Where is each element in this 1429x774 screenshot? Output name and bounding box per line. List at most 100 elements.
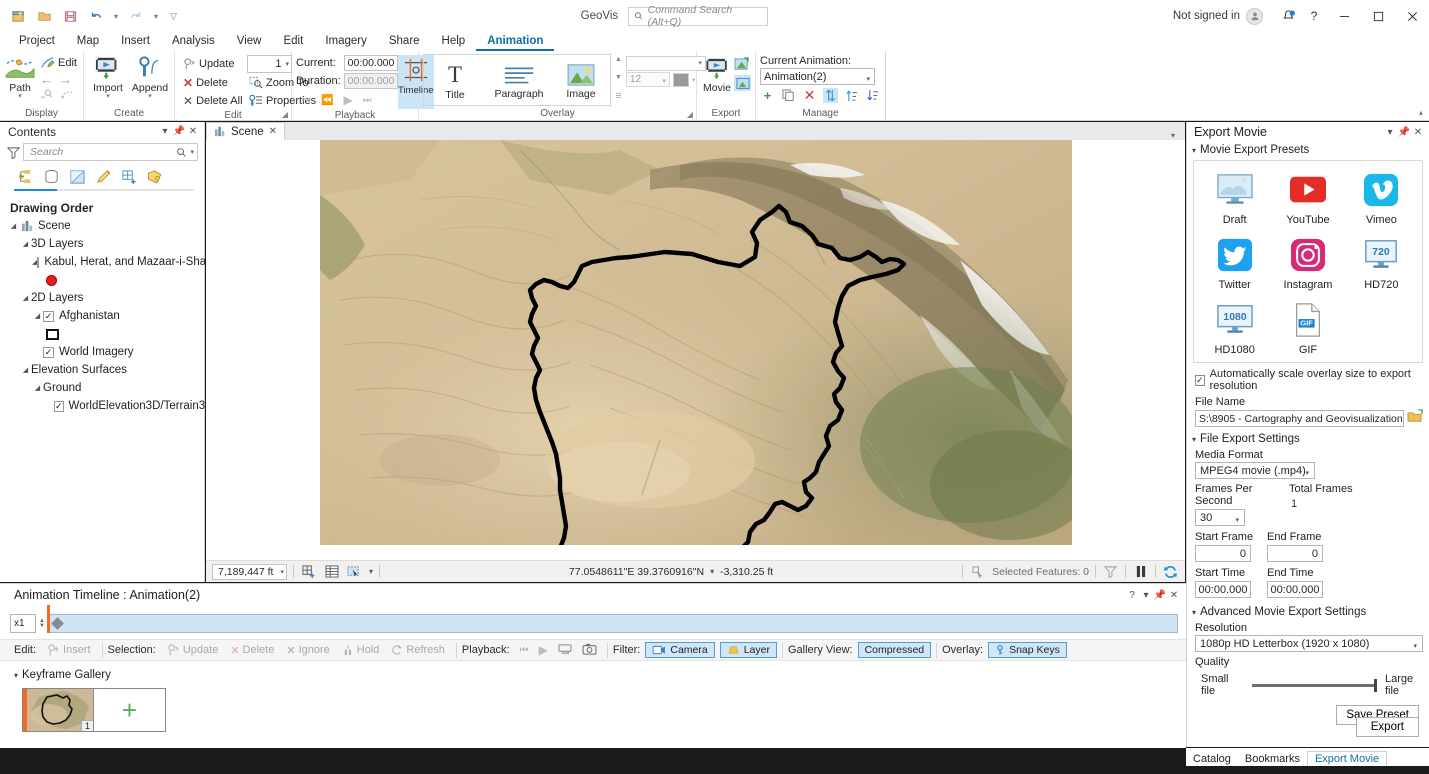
bottom-tab-export-movie[interactable]: Export Movie [1306, 751, 1388, 766]
timeline-ignore-button[interactable]: ✕ Ignore [280, 644, 335, 657]
font-color-dropdown-icon[interactable]: ▾ [692, 76, 696, 84]
overlay-group-dialog-launcher[interactable]: ◢ [687, 110, 693, 119]
end-time-input[interactable]: 00:00.000 [1267, 581, 1323, 598]
scene-view-tab[interactable]: Scene ✕ [206, 122, 285, 140]
ribbon-tab-imagery[interactable]: Imagery [314, 32, 378, 51]
ribbon-tab-project[interactable]: Project [8, 32, 66, 51]
minimize-button[interactable] [1327, 0, 1361, 32]
redo-dropdown-icon[interactable]: ▾ [150, 12, 162, 21]
last-frame-button[interactable]: ⏭ [363, 95, 372, 106]
close-icon[interactable]: ✕ [269, 126, 277, 137]
layer-checkbox[interactable] [37, 256, 40, 268]
chevron-down-icon[interactable]: ▾ [1192, 608, 1196, 617]
ribbon-tab-insert[interactable]: Insert [110, 32, 161, 51]
export-image-sequence-icon[interactable] [734, 57, 750, 72]
notifications-icon[interactable] [1275, 2, 1301, 30]
timeline-play-button[interactable]: ▶ [534, 643, 553, 657]
bottom-tab-bookmarks[interactable]: Bookmarks [1238, 752, 1307, 766]
tree-item-elevation-surfaces[interactable]: ◢ Elevation Surfaces [6, 361, 204, 379]
export-panel-pin-icon[interactable]: 📌 [1397, 127, 1411, 138]
delete-all-button[interactable]: ✕ Delete All [179, 92, 245, 109]
ribbon-tab-analysis[interactable]: Analysis [161, 32, 226, 51]
keyframe-count-spinner[interactable]: 1 ▾ [247, 55, 292, 73]
next-keyframe-icon[interactable]: → [59, 72, 72, 87]
font-color-swatch[interactable] [672, 72, 689, 87]
chevron-down-icon[interactable]: ▾ [1192, 435, 1196, 444]
path-button[interactable]: Path ▾ [4, 53, 36, 100]
ribbon-tab-animation[interactable]: Animation [476, 32, 555, 51]
export-button[interactable]: Export [1355, 717, 1419, 737]
chevron-down-icon[interactable]: ▾ [280, 568, 284, 576]
ribbon-tab-share[interactable]: Share [378, 32, 431, 51]
add-keyframe-button[interactable]: + [94, 688, 166, 732]
selection-dropdown-icon[interactable]: ▾ [369, 567, 373, 576]
contents-pin-icon[interactable]: 📌 [172, 126, 186, 137]
append-dropdown-icon[interactable]: ▾ [148, 93, 152, 100]
expander-icon[interactable]: ◢ [20, 366, 31, 374]
timeline-track-wrap[interactable] [46, 605, 1178, 633]
tree-item-kabul-herat-mazaar[interactable]: ◢ Kabul, Herat, and Mazaar-i-Sharif [6, 253, 216, 271]
layer-checkbox[interactable]: ✓ [43, 346, 54, 358]
slider-thumb[interactable] [1373, 678, 1377, 692]
scroll-down-icon[interactable]: ▼ [615, 74, 622, 81]
chevron-down-icon[interactable]: ▾ [662, 75, 666, 89]
current-time-input[interactable]: 00:00.000 [344, 55, 398, 71]
add-grid-icon[interactable] [300, 563, 317, 580]
preset-hd720[interactable]: 720 HD720 [1345, 232, 1418, 293]
keyframe-gallery-header[interactable]: ▾ Keyframe Gallery [14, 667, 1186, 683]
table-icon[interactable] [323, 563, 340, 580]
filter-layer-toggle[interactable]: Layer [719, 642, 777, 658]
scroll-up-icon[interactable]: ▲ [615, 56, 622, 63]
fps-select[interactable]: 30 ▾ [1195, 509, 1245, 526]
bottom-tab-catalog[interactable]: Catalog [1186, 752, 1238, 766]
delete-keyframe-button[interactable]: ✕ Delete [179, 74, 245, 91]
previous-frame-button[interactable]: ⏪ [321, 95, 333, 106]
quality-slider[interactable] [1252, 678, 1377, 692]
play-button[interactable]: ▶ [343, 93, 352, 107]
list-by-editing-icon[interactable] [92, 167, 114, 187]
timeline-close-icon[interactable]: ✕ [1167, 590, 1181, 601]
duplicate-animation-icon[interactable] [781, 88, 796, 103]
sort-ascending-icon[interactable] [844, 88, 859, 103]
timeline-update-button[interactable]: Update [161, 643, 224, 657]
satellite-terrain-image[interactable] [320, 140, 1072, 545]
auto-scale-overlay-row[interactable]: ✓ Automatically scale overlay size to ex… [1187, 363, 1429, 394]
font-size-select[interactable]: 12 ▾ [625, 72, 670, 89]
ribbon-tab-view[interactable]: View [226, 32, 273, 51]
export-panel-close-icon[interactable]: ✕ [1411, 127, 1425, 138]
selection-tool-icon[interactable] [346, 563, 363, 580]
import-button[interactable]: Import ▾ [88, 53, 128, 100]
layer-checkbox[interactable]: ✓ [54, 400, 64, 412]
layer-checkbox[interactable]: ✓ [43, 310, 54, 322]
preset-vimeo[interactable]: Vimeo [1345, 167, 1418, 228]
tree-item-2d-layers[interactable]: ◢ 2D Layers [6, 289, 204, 307]
timeline-hold-button[interactable]: Hold [336, 644, 386, 656]
undo-dropdown-icon[interactable]: ▾ [110, 12, 122, 21]
auto-scale-checkbox[interactable]: ✓ [1195, 374, 1205, 386]
preset-instagram[interactable]: Instagram [1271, 232, 1344, 293]
delete-animation-icon[interactable]: ✕ [802, 87, 817, 103]
font-family-select[interactable]: ▾ [625, 56, 706, 71]
customize-qat-icon[interactable]: ▽ [164, 11, 177, 22]
edit-group-dialog-launcher[interactable]: ◢ [282, 110, 288, 119]
tree-item-worldelevation3d[interactable]: ✓ WorldElevation3D/Terrain3D [6, 397, 213, 415]
export-movie-panel-toggle[interactable] [734, 75, 751, 91]
filter-icon[interactable] [6, 145, 20, 159]
list-by-snapping-icon[interactable] [118, 167, 140, 187]
insert-keyframe-button[interactable]: Insert [41, 643, 97, 657]
sort-descending-icon[interactable] [865, 88, 880, 103]
movie-export-presets-section[interactable]: ▾ Movie Export Presets [1187, 142, 1429, 158]
first-frame-button[interactable]: ⏮ [302, 95, 311, 106]
chevron-down-icon[interactable]: ▾ [866, 72, 870, 88]
contents-search-input[interactable]: Search ▾ [23, 143, 198, 161]
overlay-snap-keys-toggle[interactable]: Snap Keys [988, 642, 1067, 658]
chevron-down-icon[interactable]: ▾ [1413, 639, 1417, 655]
map-scale-select[interactable]: 7,189,447 ft ▾ [212, 563, 287, 580]
save-project-icon[interactable] [58, 4, 82, 28]
maximize-button[interactable] [1361, 0, 1395, 32]
search-options-icon[interactable]: ▾ [187, 148, 194, 156]
tree-item-ground[interactable]: ◢ Ground [6, 379, 204, 397]
expander-icon[interactable]: ◢ [32, 384, 43, 392]
tree-item-world-imagery[interactable]: ✓ World Imagery [6, 343, 204, 361]
playback-speed-input[interactable]: x1 [10, 614, 36, 633]
